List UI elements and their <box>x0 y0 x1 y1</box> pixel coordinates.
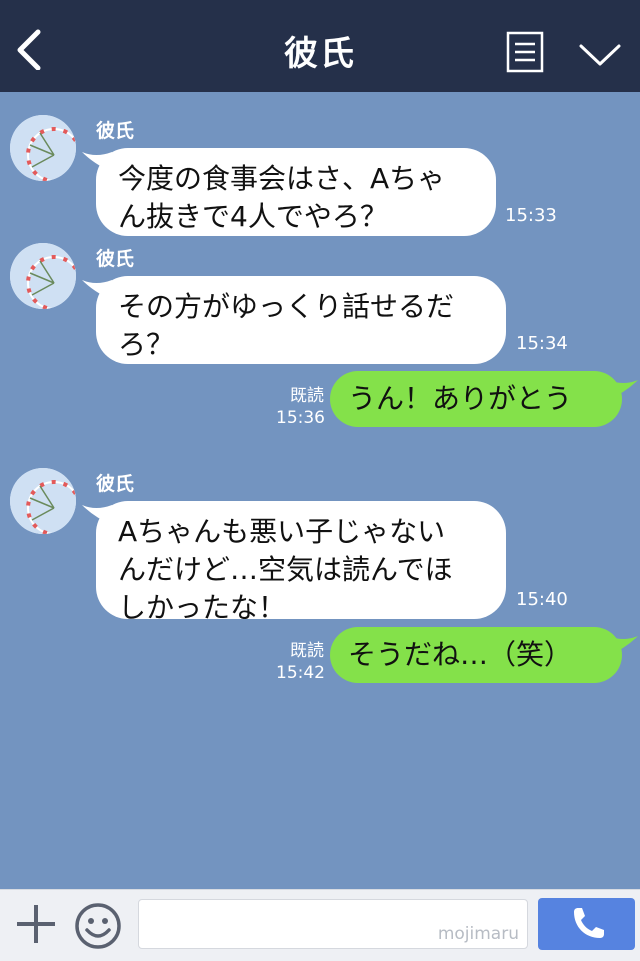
menu-button[interactable] <box>506 31 544 73</box>
call-button[interactable] <box>538 898 635 950</box>
read-label: 既読 <box>290 641 324 661</box>
message-bubble[interactable]: 今度の食事会はさ、Aちゃ ん抜きで4人でやろ？ <box>96 148 496 236</box>
sender-name: 彼氏 <box>96 248 135 270</box>
phone-icon <box>574 908 604 938</box>
chat-header: 彼氏 <box>0 0 640 92</box>
sender-name: 彼氏 <box>96 120 135 142</box>
message-time: 15:42 <box>276 663 325 683</box>
read-label: 既読 <box>290 386 324 406</box>
read-receipt: 既読 15:42 <box>276 640 325 684</box>
message-time: 15:33 <box>505 205 557 226</box>
add-button[interactable] <box>14 902 58 946</box>
message-bubble[interactable]: そうだね…（笑） <box>330 627 622 683</box>
read-receipt: 既読 15:36 <box>276 385 325 429</box>
chat-title: 彼氏 <box>284 34 356 74</box>
ferris-wheel-avatar-icon <box>10 243 76 309</box>
watermark-text: mojimaru <box>437 924 519 944</box>
message-input[interactable]: mojimaru <box>138 899 528 949</box>
message-bubble[interactable]: うん！ありがとう <box>330 371 622 427</box>
smiley-icon <box>75 903 121 949</box>
ferris-wheel-avatar-icon <box>10 115 76 181</box>
sticker-button[interactable] <box>74 902 122 950</box>
avatar[interactable] <box>10 468 76 534</box>
plus-icon <box>17 905 55 943</box>
message-time: 15:36 <box>276 408 325 428</box>
menu-icon <box>506 31 544 73</box>
ferris-wheel-avatar-icon <box>10 468 76 534</box>
message-time: 15:40 <box>516 589 568 610</box>
input-bar: mojimaru <box>0 889 640 961</box>
avatar[interactable] <box>10 243 76 309</box>
message-bubble[interactable]: その方がゆっくり話せるだ ろ？ <box>96 276 506 364</box>
avatar[interactable] <box>10 115 76 181</box>
message-time: 15:34 <box>516 333 568 354</box>
sender-name: 彼氏 <box>96 473 135 495</box>
options-dropdown-button[interactable] <box>577 36 623 70</box>
chevron-down-icon <box>579 44 621 66</box>
message-bubble[interactable]: Aちゃんも悪い子じゃない んだけど…空気は読んでほ しかったな！ <box>96 501 506 624</box>
